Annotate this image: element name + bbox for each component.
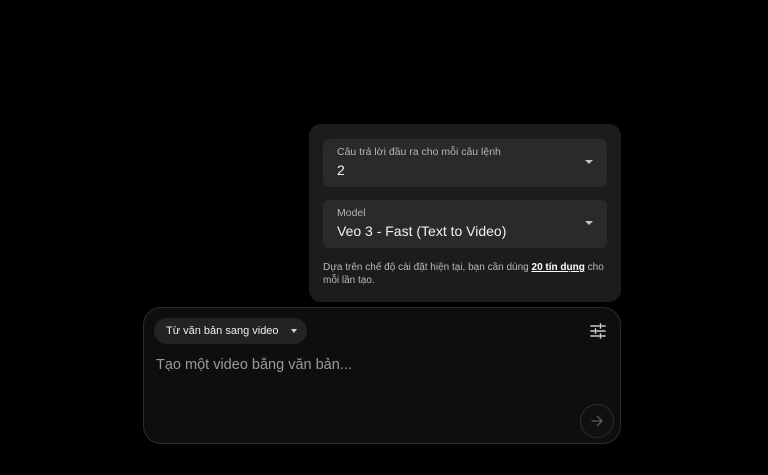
chevron-down-icon (585, 221, 593, 225)
prompt-composer: Từ văn bản sang video (143, 307, 621, 444)
model-select[interactable]: Model Veo 3 - Fast (Text to Video) (323, 200, 607, 248)
chevron-down-icon (585, 160, 593, 164)
outputs-per-prompt-label: Câu trả lời đầu ra cho mỗi câu lệnh (337, 146, 501, 158)
outputs-per-prompt-select[interactable]: Câu trả lời đầu ra cho mỗi câu lệnh 2 (323, 139, 607, 187)
tune-icon (590, 323, 606, 339)
arrow-right-icon (591, 415, 603, 427)
credits-link[interactable]: 20 tín dụng (532, 262, 585, 273)
settings-toggle-button[interactable] (590, 323, 606, 339)
credits-info: Dựa trên chế độ cài đặt hiện tại, bạn cầ… (323, 261, 607, 287)
model-label: Model (337, 207, 366, 219)
chevron-down-icon (290, 329, 297, 333)
credits-info-prefix: Dựa trên chế độ cài đặt hiện tại, bạn cầ… (323, 262, 532, 273)
model-value: Veo 3 - Fast (Text to Video) (337, 223, 507, 239)
mode-select-label: Từ văn bản sang video (166, 325, 279, 337)
mode-select-button[interactable]: Từ văn bản sang video (154, 318, 307, 344)
settings-panel: Câu trả lời đầu ra cho mỗi câu lệnh 2 Mo… (309, 124, 621, 302)
prompt-input[interactable] (156, 353, 576, 377)
send-button[interactable] (580, 404, 614, 438)
outputs-per-prompt-value: 2 (337, 162, 345, 178)
